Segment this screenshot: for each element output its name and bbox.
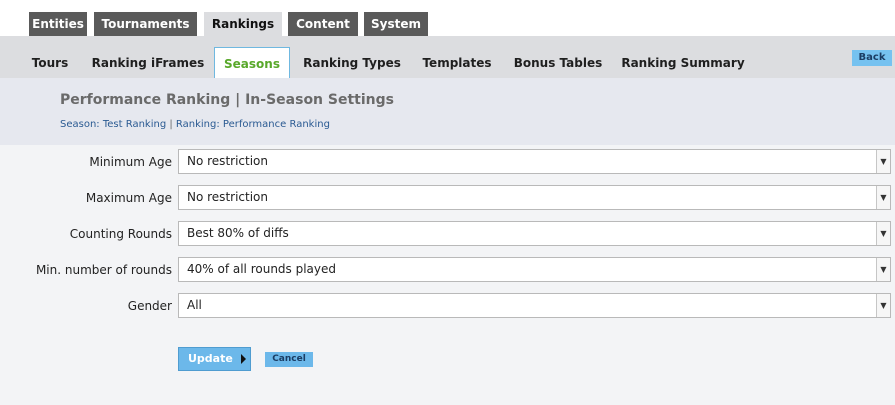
caret-down-icon[interactable]: ▼ — [876, 150, 890, 173]
min-rounds-value: 40% of all rounds played — [187, 262, 337, 276]
breadcrumb-separator: | — [169, 119, 173, 130]
caret-down-icon[interactable]: ▼ — [876, 258, 890, 281]
season-link[interactable]: Season: Test Ranking — [60, 119, 166, 130]
tab-system[interactable]: System — [364, 12, 428, 36]
min-rounds-select[interactable]: 40% of all rounds played ▼ — [178, 257, 891, 282]
sub-tab-templates[interactable]: Templates — [417, 47, 497, 78]
sub-tab-seasons[interactable]: Seasons — [214, 47, 290, 78]
page-header: Performance Ranking | In-Season Settings… — [0, 78, 895, 145]
minimum-age-value: No restriction — [187, 154, 268, 168]
gender-value: All — [187, 298, 202, 312]
maximum-age-select[interactable]: No restriction ▼ — [178, 185, 891, 210]
cancel-button[interactable]: Cancel — [265, 352, 313, 367]
sub-tab-ranking-summary[interactable]: Ranking Summary — [618, 47, 748, 78]
gender-select[interactable]: All ▼ — [178, 293, 891, 318]
min-rounds-label: Min. number of rounds — [35, 263, 172, 277]
sub-tab-ranking-types[interactable]: Ranking Types — [298, 47, 406, 78]
maximum-age-value: No restriction — [187, 190, 268, 204]
tab-tournaments[interactable]: Tournaments — [94, 12, 197, 36]
gender-label: Gender — [127, 299, 172, 313]
tab-rankings[interactable]: Rankings — [204, 12, 282, 36]
play-icon — [241, 354, 246, 364]
caret-down-icon[interactable]: ▼ — [876, 222, 890, 245]
tab-content[interactable]: Content — [288, 12, 358, 36]
top-navigation: Entities Tournaments Rankings Content Sy… — [0, 0, 895, 36]
sub-navigation: Tours Ranking iFrames Seasons Ranking Ty… — [0, 36, 895, 78]
breadcrumb: Season: Test Ranking | Ranking: Performa… — [60, 119, 330, 130]
update-label: Update — [188, 352, 233, 365]
sub-tab-bonus-tables[interactable]: Bonus Tables — [508, 47, 608, 78]
sub-tab-ranking-iframes[interactable]: Ranking iFrames — [86, 47, 210, 78]
ranking-link[interactable]: Ranking: Performance Ranking — [176, 119, 330, 130]
counting-rounds-label: Counting Rounds — [69, 227, 172, 241]
back-button[interactable]: Back — [852, 50, 892, 66]
tab-entities[interactable]: Entities — [29, 12, 87, 36]
page-title: Performance Ranking | In-Season Settings — [60, 92, 394, 108]
minimum-age-select[interactable]: No restriction ▼ — [178, 149, 891, 174]
counting-rounds-select[interactable]: Best 80% of diffs ▼ — [178, 221, 891, 246]
minimum-age-label: Minimum Age — [89, 155, 172, 169]
update-button[interactable]: Update — [178, 347, 251, 371]
counting-rounds-value: Best 80% of diffs — [187, 226, 289, 240]
maximum-age-label: Maximum Age — [85, 191, 172, 205]
caret-down-icon[interactable]: ▼ — [876, 186, 890, 209]
caret-down-icon[interactable]: ▼ — [876, 294, 890, 317]
sub-tab-tours[interactable]: Tours — [24, 47, 76, 78]
settings-form: Minimum Age No restriction ▼ Maximum Age… — [0, 145, 895, 405]
